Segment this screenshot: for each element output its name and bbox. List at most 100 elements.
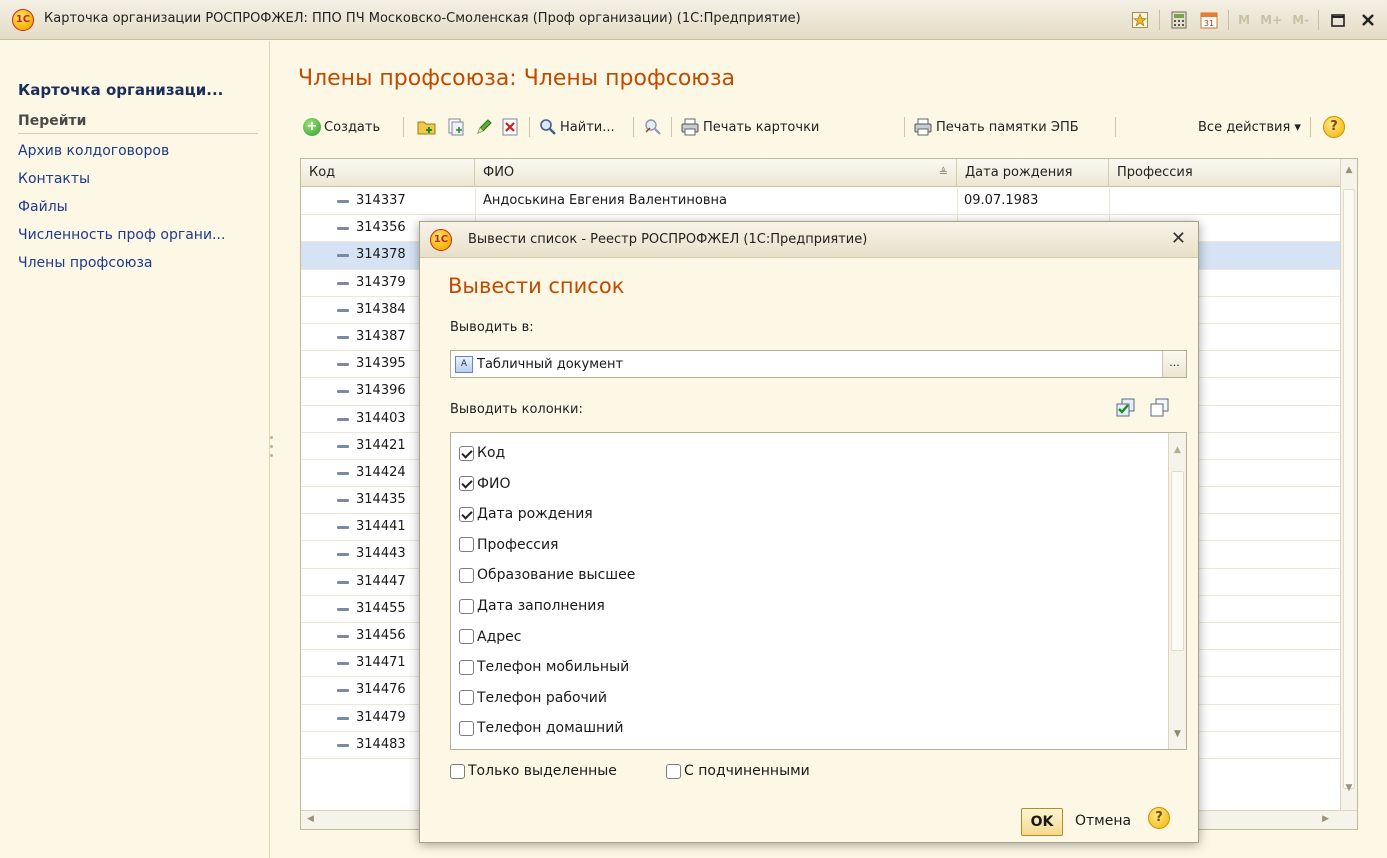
toolbar-separator xyxy=(633,117,634,137)
only-selected-option[interactable]: Только выделенные xyxy=(450,763,617,779)
cell-code: 314378 xyxy=(356,247,406,263)
delete-button[interactable] xyxy=(501,115,519,139)
scroll-up-arrow-icon[interactable]: ▲ xyxy=(1341,165,1357,183)
copy-button[interactable] xyxy=(447,115,465,139)
sidebar-item-files[interactable]: Файлы xyxy=(18,199,68,215)
column-option[interactable]: Дата заполнения xyxy=(459,595,605,617)
column-header-profession[interactable]: Профессия xyxy=(1109,159,1341,187)
cancel-search-button[interactable] xyxy=(643,115,663,139)
close-icon[interactable] xyxy=(1357,9,1379,31)
cell-code: 314395 xyxy=(356,356,406,372)
scroll-thumb[interactable] xyxy=(1343,189,1355,789)
sidebar-item-members[interactable]: Члены профсоюза xyxy=(18,255,152,271)
column-option-label: ФИО xyxy=(477,475,511,492)
column-checkbox[interactable] xyxy=(459,476,474,492)
calculator-icon[interactable] xyxy=(1168,9,1190,31)
output-to-field[interactable]: A Табличный документ ... xyxy=(450,350,1187,378)
scroll-down-arrow-icon[interactable]: ▼ xyxy=(1169,729,1186,739)
print-memo-button[interactable]: Печать памятки ЭПБ xyxy=(913,115,1079,139)
help-button[interactable]: ? xyxy=(1323,115,1345,139)
column-checkbox[interactable] xyxy=(459,567,474,583)
column-option[interactable]: Телефон мобильный xyxy=(459,656,629,678)
element-marker-icon xyxy=(337,335,349,339)
printer-icon xyxy=(681,118,699,136)
sidebar-item-archive[interactable]: Архив колдоговоров xyxy=(18,143,169,159)
only-selected-label: Только выделенные xyxy=(468,763,617,779)
only-selected-checkbox[interactable] xyxy=(450,763,465,779)
table-row[interactable]: 314337 Андоськина Евгения Валентиновна 09.… xyxy=(301,188,1341,216)
column-checkbox[interactable] xyxy=(459,629,474,645)
column-option[interactable]: Телефон рабочий xyxy=(459,687,607,709)
columns-checklist: ▲ ▼ Код ФИО Дата рождения Профессия Образова… xyxy=(450,432,1187,750)
help-icon: ? xyxy=(1323,116,1345,138)
column-option[interactable]: Дата рождения xyxy=(459,503,593,525)
column-checkbox[interactable] xyxy=(459,690,474,706)
scroll-up-arrow-icon[interactable]: ▲ xyxy=(1169,445,1186,455)
scroll-right-arrow-icon[interactable]: ▶ xyxy=(1322,814,1329,824)
cancel-button[interactable]: Отмена xyxy=(1075,813,1131,829)
column-checkbox[interactable] xyxy=(459,537,474,553)
column-checkbox[interactable] xyxy=(459,659,474,675)
navigation-panel: Карточка организаци... Перейти Архив кол… xyxy=(0,41,270,858)
column-option[interactable]: Телефон домашний xyxy=(459,717,623,739)
org-card-title[interactable]: Карточка организаци... xyxy=(18,81,223,99)
edit-button[interactable] xyxy=(475,115,493,139)
memory-m-plus-icon[interactable]: M+ xyxy=(1260,13,1282,27)
panel-resize-handle[interactable] xyxy=(270,430,276,480)
select-button[interactable]: ... xyxy=(1162,351,1186,377)
column-option[interactable]: Адрес xyxy=(459,626,521,648)
columns-scrollbar[interactable]: ▲ ▼ xyxy=(1168,433,1186,749)
dialog-help-button[interactable]: ? xyxy=(1148,807,1170,829)
column-checkbox[interactable] xyxy=(459,445,474,461)
with-children-option[interactable]: С подчиненными xyxy=(666,763,810,779)
column-checkbox[interactable] xyxy=(459,720,474,736)
element-marker-icon xyxy=(337,689,349,693)
calendar-icon[interactable]: 31 xyxy=(1198,9,1220,31)
scroll-left-arrow-icon[interactable]: ◀ xyxy=(307,814,314,824)
column-header-code[interactable]: Код xyxy=(301,159,475,187)
restore-icon[interactable] xyxy=(1327,9,1349,31)
cell-fio: Андоськина Евгения Валентиновна xyxy=(483,193,727,208)
create-button[interactable]: + Создать xyxy=(303,115,380,139)
cell-divider xyxy=(1109,188,1110,215)
star-icon[interactable] xyxy=(1129,9,1151,31)
find-button[interactable]: Найти... xyxy=(539,115,615,139)
cell-code: 314396 xyxy=(356,383,406,399)
check-all-icon[interactable] xyxy=(1116,398,1136,418)
dialog-close-icon[interactable]: ✕ xyxy=(1171,228,1186,249)
memory-m-icon[interactable]: M xyxy=(1238,13,1250,27)
ok-button[interactable]: OK xyxy=(1021,808,1063,836)
dialog-title: Вывести список - Реестр РОСПРОФЖЕЛ (1С:П… xyxy=(468,232,868,247)
column-option[interactable]: ФИО xyxy=(459,473,511,495)
toolbar-separator xyxy=(904,117,905,137)
column-header-dob[interactable]: Дата рождения xyxy=(957,159,1109,187)
with-children-checkbox[interactable] xyxy=(666,763,681,779)
column-option[interactable]: Код xyxy=(459,442,505,464)
column-checkbox[interactable] xyxy=(459,506,474,522)
window-title: Карточка организации РОСПРОФЖЕЛ: ППО ПЧ … xyxy=(44,11,801,26)
sidebar-item-contacts[interactable]: Контакты xyxy=(18,171,90,187)
sidebar-item-headcount[interactable]: Численность проф органи... xyxy=(18,227,225,243)
column-option[interactable]: Образование высшее xyxy=(459,564,635,586)
svg-text:31: 31 xyxy=(1204,19,1214,28)
all-actions-menu[interactable]: Все действия ▾ xyxy=(1198,115,1301,139)
uncheck-all-icon[interactable] xyxy=(1150,398,1170,418)
with-children-label: С подчиненными xyxy=(684,763,810,779)
column-header-fio[interactable]: ФИО ≜ xyxy=(475,159,957,187)
create-folder-button[interactable] xyxy=(417,115,437,139)
element-marker-icon xyxy=(337,580,349,584)
print-card-button[interactable]: Печать карточки xyxy=(680,115,819,139)
scroll-down-arrow-icon[interactable]: ▼ xyxy=(1341,783,1357,801)
column-option[interactable]: Профессия xyxy=(459,534,558,556)
cell-code: 314421 xyxy=(356,437,406,453)
cell-divider xyxy=(475,188,476,215)
scroll-thumb[interactable] xyxy=(1171,471,1184,651)
memory-m-minus-icon[interactable]: M- xyxy=(1292,13,1309,27)
table-vertical-scrollbar[interactable]: ▲ ▼ xyxy=(1340,159,1357,811)
element-marker-icon xyxy=(337,444,349,448)
cell-code: 314443 xyxy=(356,546,406,562)
cell-code: 314479 xyxy=(356,709,406,725)
column-checkbox[interactable] xyxy=(459,598,474,614)
element-marker-icon xyxy=(337,716,349,720)
toolbar-separator xyxy=(671,117,672,137)
